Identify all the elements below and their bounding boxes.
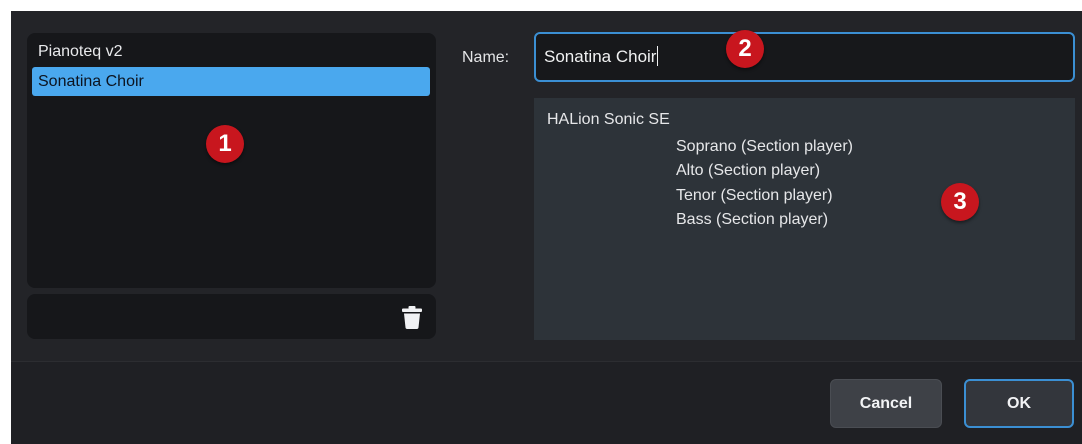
list-item-sonatina-choir[interactable]: Sonatina Choir bbox=[32, 67, 430, 96]
ok-button[interactable]: OK bbox=[964, 379, 1074, 428]
callout-badge-2: 2 bbox=[726, 30, 764, 68]
list-item-pianoteq[interactable]: Pianoteq v2 bbox=[32, 37, 430, 66]
trash-icon[interactable] bbox=[402, 306, 422, 329]
info-line: Bass (Section player) bbox=[676, 211, 829, 228]
info-line: Soprano (Section player) bbox=[676, 138, 853, 155]
cancel-button[interactable]: Cancel bbox=[830, 379, 942, 428]
info-title: HALion Sonic SE bbox=[547, 111, 670, 128]
instrument-info-panel: HALion Sonic SE Soprano (Section player)… bbox=[534, 98, 1075, 340]
callout-badge-1: 1 bbox=[206, 125, 244, 163]
name-input[interactable]: Sonatina Choir bbox=[534, 32, 1075, 82]
text-caret bbox=[657, 46, 659, 66]
list-toolbar bbox=[27, 294, 436, 339]
name-input-value: Sonatina Choir bbox=[544, 47, 657, 66]
callout-badge-3: 3 bbox=[941, 183, 979, 221]
name-label: Name: bbox=[462, 49, 510, 66]
dialog: Pianoteq v2 Sonatina Choir Name: Sonatin… bbox=[11, 11, 1082, 444]
info-line: Alto (Section player) bbox=[676, 162, 821, 179]
info-line: Tenor (Section player) bbox=[676, 187, 833, 204]
